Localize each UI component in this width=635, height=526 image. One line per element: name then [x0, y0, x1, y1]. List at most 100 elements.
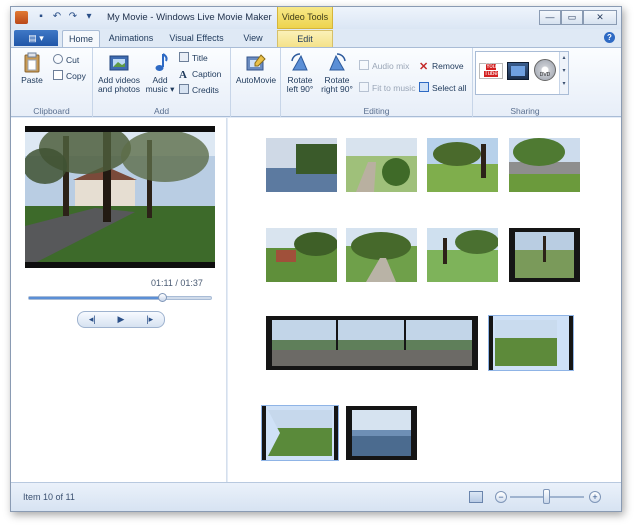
automovie-button[interactable]: AutoMovie	[233, 52, 279, 85]
remove-button[interactable]: ✕ Remove	[419, 60, 464, 73]
select-all-button[interactable]: Select all	[419, 82, 467, 94]
app-icon[interactable]	[15, 11, 28, 24]
audio-mix-button[interactable]: Audio mix	[359, 60, 409, 72]
preview-pane: 01:11 / 01:37 ◂| ▶ |▸	[11, 118, 227, 482]
rotate-right-button[interactable]: Rotate right 90°	[319, 52, 355, 94]
customize-qat-icon[interactable]: ▾	[83, 11, 95, 23]
clip-with-transition[interactable]	[261, 405, 339, 461]
clip-thumbnail[interactable]	[346, 228, 417, 282]
clipboard-group: Paste Cut Copy Clipboard	[11, 48, 93, 117]
status-bar: Item 10 of 11 − +	[11, 482, 621, 511]
save-icon[interactable]: ▪	[35, 11, 47, 23]
select-all-icon	[419, 82, 429, 92]
help-icon[interactable]: ?	[604, 32, 615, 43]
add-group: Add videos and photos Add music ▾ Title …	[93, 48, 231, 117]
editing-group: Rotate left 90° Rotate right 90° Audio m…	[281, 48, 473, 117]
title-label: Title	[192, 53, 208, 63]
clip-image	[346, 228, 417, 282]
redo-icon[interactable]: ↷	[67, 11, 79, 23]
add-music-label-2: music ▾	[145, 84, 175, 94]
add-music-button[interactable]: Add music ▾	[145, 52, 175, 94]
sharing-group: You Tube DVD ▴ ▾ ▾ Sharing	[473, 48, 577, 117]
audio-mix-label: Audio mix	[372, 61, 410, 71]
zoom-slider-thumb[interactable]	[543, 489, 550, 504]
quick-access-toolbar: ▪ ↶ ↷ ▾	[35, 11, 95, 23]
cut-button[interactable]: Cut	[53, 54, 79, 66]
zoom-out-button[interactable]: −	[495, 491, 507, 503]
dvd-share-button[interactable]: DVD	[534, 59, 556, 81]
gallery-scroll[interactable]: ▴ ▾ ▾	[559, 52, 568, 94]
clip-thumbnail[interactable]	[509, 138, 580, 192]
sharing-gallery: You Tube DVD ▴ ▾ ▾	[475, 51, 569, 95]
previous-frame-button[interactable]: ◂|	[89, 314, 96, 325]
film-photo-icon	[109, 55, 129, 71]
tab-animations[interactable]: Animations	[104, 30, 158, 47]
ribbon-tab-row: ▤ ▾ Home Animations Visual Effects View …	[11, 29, 621, 47]
clip-thumbnail[interactable]	[266, 138, 337, 192]
context-group-label: Video Tools	[281, 12, 329, 22]
clip-selected[interactable]	[488, 315, 574, 371]
playback-controls: ◂| ▶ |▸	[77, 311, 165, 328]
select-all-label: Select all	[432, 83, 467, 93]
play-button[interactable]: ▶	[118, 314, 125, 325]
seek-thumb[interactable]	[157, 293, 167, 302]
paste-button[interactable]: Paste	[17, 52, 47, 85]
clip-image	[268, 410, 332, 456]
clip-image	[266, 138, 337, 192]
clip-thumbnail[interactable]	[266, 228, 337, 282]
rotate-left-button[interactable]: Rotate left 90°	[283, 52, 317, 94]
storyboard	[228, 118, 621, 482]
timecode: 01:11 / 01:37	[151, 278, 203, 288]
clip-image	[509, 138, 580, 192]
automovie-group: AutoMovie	[231, 48, 281, 117]
video-preview[interactable]	[25, 126, 215, 268]
caption-button[interactable]: A Caption	[179, 68, 221, 81]
zoom-in-button[interactable]: +	[589, 491, 601, 503]
clip-image	[346, 138, 417, 192]
tab-home[interactable]: Home	[62, 30, 100, 47]
clip-filmstrip[interactable]	[266, 316, 478, 370]
tab-view[interactable]: View	[235, 30, 271, 47]
clip-image	[427, 228, 498, 282]
clip-thumbnail[interactable]	[427, 138, 498, 192]
audio-mix-icon	[359, 60, 369, 70]
close-button[interactable]: ✕	[583, 10, 617, 25]
window-controls: — ▭ ✕	[539, 10, 617, 25]
fit-to-music-button[interactable]: Fit to music	[359, 82, 415, 94]
fit-to-music-icon	[359, 82, 369, 92]
copy-button[interactable]: Copy	[53, 70, 86, 82]
youtube-share-button[interactable]: You Tube	[479, 63, 503, 79]
rotate-left-label-2: left 90°	[286, 84, 314, 94]
thumbnail-size-icon[interactable]	[469, 491, 483, 503]
clip-thumbnail[interactable]	[427, 228, 498, 282]
youtube-label: You Tube	[484, 64, 498, 77]
rotate-right-icon	[329, 53, 346, 71]
credits-label: Credits	[192, 85, 219, 95]
tab-visual-effects[interactable]: Visual Effects	[163, 30, 230, 47]
credits-icon	[179, 84, 189, 94]
credits-button[interactable]: Credits	[179, 84, 219, 96]
device-share-button[interactable]	[507, 62, 529, 80]
item-status: Item 10 of 11	[23, 492, 75, 502]
clip-thumbnail[interactable]	[509, 228, 580, 282]
monitor-icon	[511, 66, 525, 76]
automovie-label: AutoMovie	[235, 75, 277, 85]
music-note-icon	[155, 53, 168, 71]
minimize-button[interactable]: —	[539, 10, 561, 25]
file-menu-button[interactable]: ▤ ▾	[14, 30, 58, 46]
clip-thumbnail[interactable]	[346, 138, 417, 192]
clip-thumbnail[interactable]	[346, 406, 417, 460]
next-frame-button[interactable]: |▸	[146, 314, 153, 325]
tab-edit[interactable]: Edit	[277, 30, 333, 47]
copy-icon	[53, 70, 63, 80]
seek-bar[interactable]	[28, 293, 212, 302]
clip-image	[515, 232, 574, 278]
rotate-left-icon	[291, 53, 308, 71]
title-button[interactable]: Title	[179, 52, 208, 64]
add-videos-photos-button[interactable]: Add videos and photos	[95, 52, 143, 94]
add-videos-label-2: and photos	[97, 84, 141, 94]
undo-icon[interactable]: ↶	[51, 11, 63, 23]
window-title: My Movie - Windows Live Movie Maker	[107, 12, 272, 23]
maximize-button[interactable]: ▭	[561, 10, 583, 25]
clip-image	[495, 320, 569, 366]
